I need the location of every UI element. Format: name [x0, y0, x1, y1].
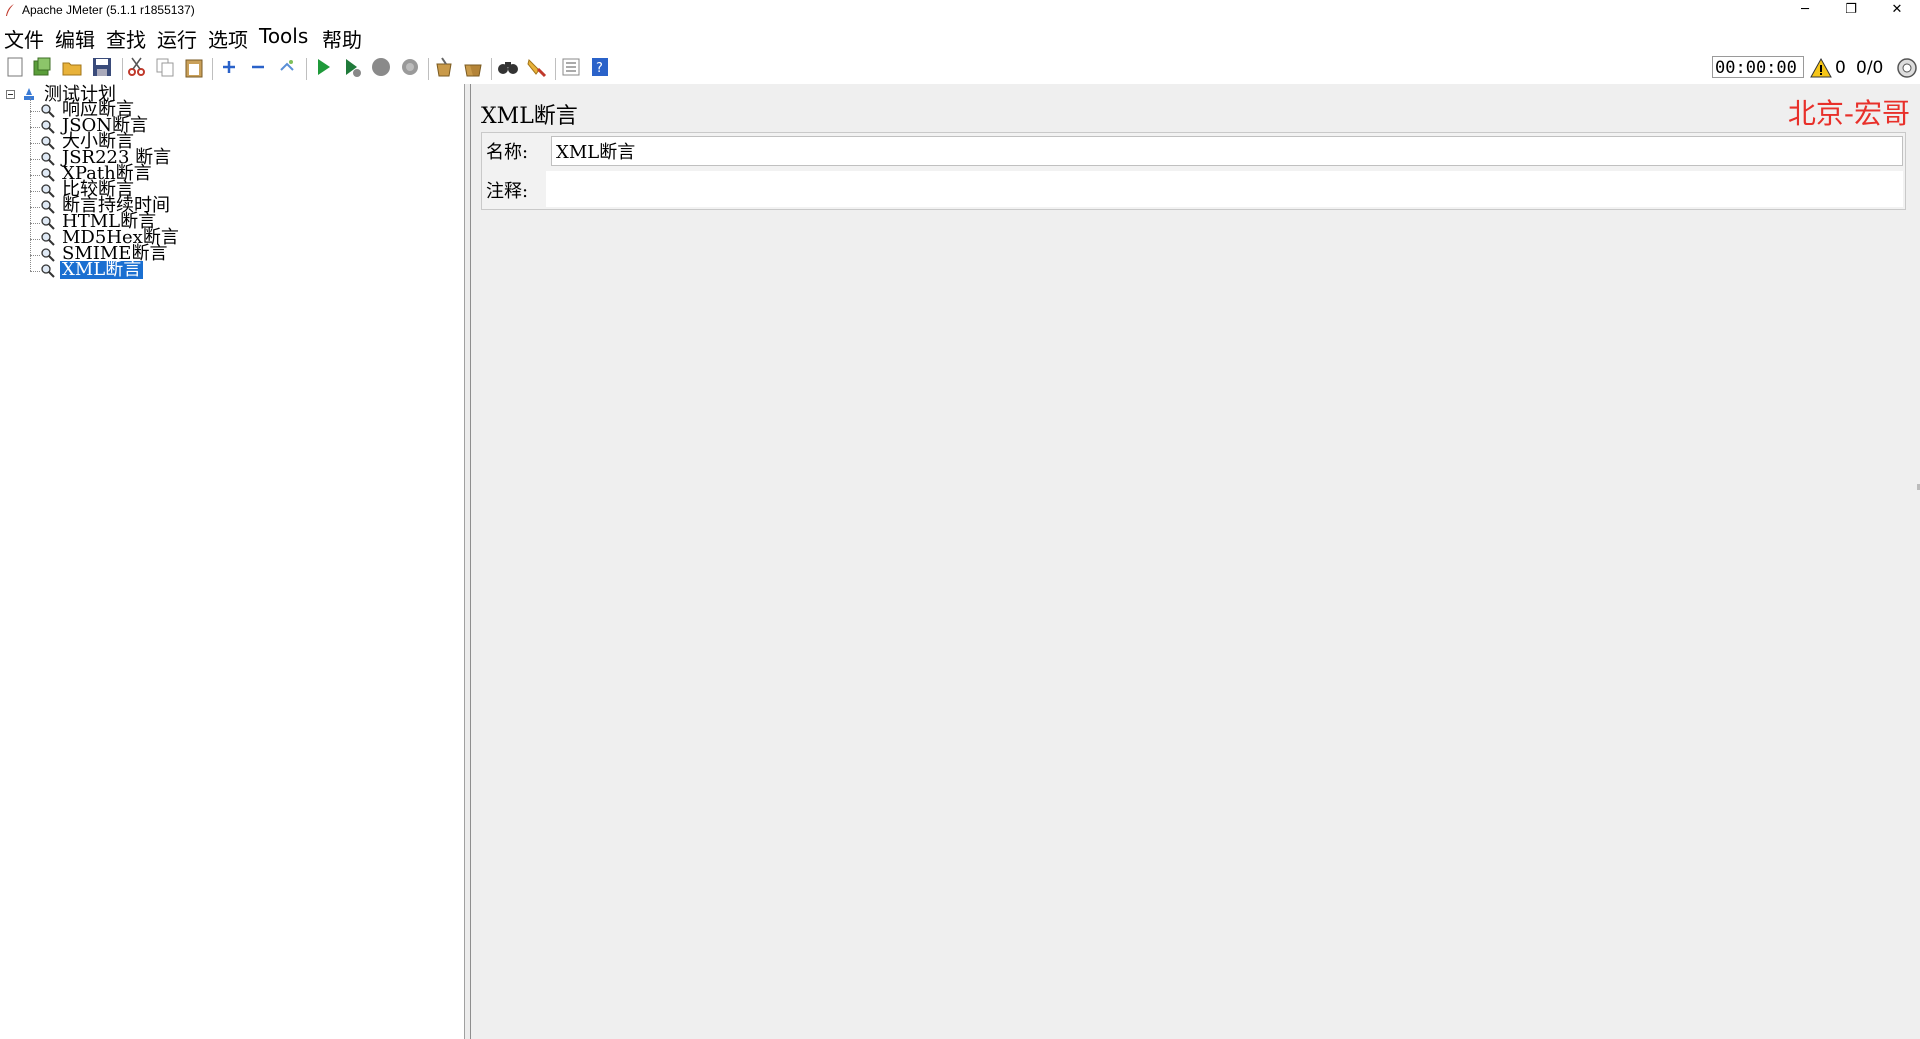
- menu-file[interactable]: 文件: [4, 24, 44, 53]
- magnifier-icon: [41, 168, 55, 182]
- error-count: 0: [1835, 58, 1846, 78]
- menu-tools[interactable]: Tools: [259, 24, 308, 48]
- collapse-toggle-icon[interactable]: [6, 90, 15, 99]
- magnifier-icon: [41, 248, 55, 262]
- comment-label: 注释:: [486, 181, 529, 202]
- menu-options[interactable]: 选项: [208, 24, 248, 53]
- tree-guide-line: [30, 98, 32, 271]
- help-icon[interactable]: ?: [589, 56, 611, 78]
- tree-connector: [30, 207, 40, 208]
- name-field[interactable]: [551, 136, 1903, 166]
- magnifier-icon: [41, 232, 55, 246]
- stop-icon[interactable]: [370, 56, 392, 78]
- tree-connector: [30, 223, 40, 224]
- elapsed-timer: 00:00:00: [1712, 56, 1804, 78]
- magnifier-icon: [41, 200, 55, 214]
- magnifier-icon: [41, 152, 55, 166]
- save-icon[interactable]: [91, 56, 113, 78]
- remote-status-icon: [1897, 58, 1917, 78]
- window-title: Apache JMeter (5.1.1 r1855137): [22, 3, 195, 17]
- magnifier-icon: [41, 104, 55, 118]
- function-helper-icon[interactable]: [560, 56, 582, 78]
- jmeter-feather-icon: [6, 4, 14, 16]
- panel-title: XML断言: [481, 104, 578, 129]
- magnifier-icon: [41, 264, 55, 278]
- cut-icon[interactable]: [126, 56, 148, 78]
- tree-connector: [30, 111, 40, 112]
- toolbar-separator: [555, 58, 556, 80]
- tree-connector: [30, 143, 40, 144]
- minimize-button[interactable]: ─: [1782, 0, 1828, 22]
- toolbar: ? 00:00:00 0 0/0: [0, 52, 1920, 85]
- tree-connector: [30, 191, 40, 192]
- toolbar-separator: [491, 58, 492, 80]
- clear-all-icon[interactable]: [462, 56, 484, 78]
- shutdown-icon[interactable]: [399, 56, 421, 78]
- comment-field[interactable]: [546, 171, 1903, 207]
- paste-icon[interactable]: [183, 56, 205, 78]
- tree-item-label: XML断言: [60, 259, 144, 280]
- svg-text:?: ?: [596, 61, 603, 76]
- tree-connector: [30, 271, 40, 272]
- test-plan-tree: 测试计划 响应断言 JSON断言 大小断言 JSR223 断言 XPath断言 比较断言断…: [0, 84, 465, 1039]
- magnifier-icon: [41, 216, 55, 230]
- search-icon[interactable]: [497, 56, 519, 78]
- toolbar-separator: [212, 58, 213, 80]
- start-no-pause-icon[interactable]: [341, 56, 363, 78]
- collapse-icon[interactable]: [247, 56, 269, 78]
- tree-connector: [30, 159, 40, 160]
- toolbar-separator: [428, 58, 429, 80]
- copy-icon[interactable]: [154, 56, 176, 78]
- title-bar: Apache JMeter (5.1.1 r1855137) ─ ❐ ✕: [0, 0, 1920, 22]
- restore-button[interactable]: ❐: [1828, 0, 1874, 22]
- menu-edit[interactable]: 编辑: [55, 24, 95, 53]
- menu-search[interactable]: 查找: [106, 24, 146, 53]
- templates-icon[interactable]: [31, 56, 53, 78]
- expand-icon[interactable]: [218, 56, 240, 78]
- new-icon[interactable]: [4, 56, 26, 78]
- menu-bar: 文件 编辑 查找 运行 选项 Tools 帮助: [0, 22, 1920, 52]
- warning-icon[interactable]: [1810, 57, 1832, 79]
- tree-connector: [30, 127, 40, 128]
- toolbar-separator: [306, 58, 307, 80]
- close-button[interactable]: ✕: [1874, 0, 1920, 22]
- clear-icon[interactable]: [433, 56, 455, 78]
- menu-run[interactable]: 运行: [157, 24, 197, 53]
- name-label: 名称:: [486, 142, 529, 163]
- magnifier-icon: [41, 136, 55, 150]
- magnifier-icon: [41, 184, 55, 198]
- reset-search-icon[interactable]: [526, 56, 548, 78]
- toggle-icon[interactable]: [276, 56, 298, 78]
- magnifier-icon: [41, 120, 55, 134]
- assertion-editor: XML断言 北京-宏哥 名称: 注释:: [471, 84, 1920, 1039]
- tree-connector: [30, 255, 40, 256]
- tree-connector: [30, 239, 40, 240]
- tree-connector: [30, 175, 40, 176]
- test-plan-icon: [24, 88, 34, 100]
- open-icon[interactable]: [61, 56, 83, 78]
- active-threads: 0/0: [1856, 58, 1884, 78]
- name-comment-form: 名称: 注释:: [481, 132, 1906, 210]
- start-icon[interactable]: [312, 56, 334, 78]
- toolbar-separator: [122, 58, 123, 80]
- watermark-text: 北京-宏哥: [1787, 97, 1910, 130]
- menu-help[interactable]: 帮助: [322, 24, 362, 53]
